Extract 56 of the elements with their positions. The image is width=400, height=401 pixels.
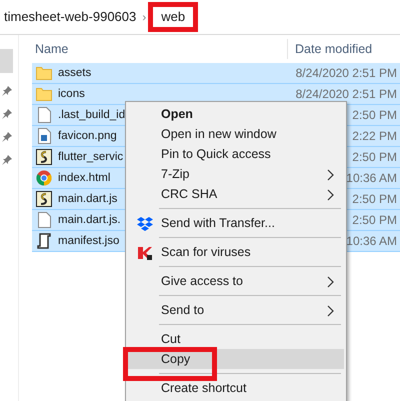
address-bar[interactable]: timesheet-web-990603 › web [0, 0, 400, 35]
script-file-icon [36, 191, 52, 207]
document-icon [38, 212, 50, 228]
column-header[interactable]: Name [32, 42, 287, 56]
folder-icon [36, 87, 52, 101]
menu-item[interactable]: Copy [126, 349, 344, 369]
menu-item[interactable]: Give access to [126, 271, 346, 291]
date-modified: 2:50 PM [352, 192, 398, 206]
file-name: main.dart.js. [57, 214, 121, 226]
menu-item[interactable]: Cut [126, 329, 346, 349]
boxes-icon [137, 217, 153, 231]
pin-icon [2, 109, 12, 119]
file-name: assets [57, 67, 92, 79]
file-name: flutter_servic [57, 151, 124, 163]
chevron-right-icon [327, 276, 334, 288]
breadcrumb-separator: › [142, 10, 146, 24]
date-modified: 8/24/2020 2:51 PM [296, 87, 398, 101]
document-icon [38, 107, 50, 123]
menu-item[interactable]: Create shortcut [126, 378, 346, 398]
file-name: .last_build_id [57, 109, 126, 121]
date-modified: 10:36 AM [346, 234, 398, 248]
menu-item[interactable]: Open [126, 104, 346, 124]
date-modified: 2:50 PM [352, 150, 398, 164]
chevron-right-icon [327, 189, 334, 201]
menu-item[interactable]: CRC SHA [126, 184, 346, 204]
chevron-right-icon [327, 169, 334, 181]
file-name: index.html [57, 172, 110, 184]
browser-icon [36, 170, 52, 186]
scroll-icon [36, 233, 52, 249]
script-file-icon [36, 149, 52, 165]
image-file-icon [38, 128, 50, 144]
menu-item[interactable]: 7-Zip [126, 164, 346, 184]
date-modified: 8/24/2020 2:51 PM [296, 66, 398, 80]
pin-icon [2, 132, 12, 142]
nav-item-highlight[interactable] [0, 49, 13, 73]
date-modified: 2:50 PM [352, 213, 398, 227]
folder-icon [36, 66, 52, 80]
file-name: main.dart.js [57, 193, 118, 205]
pin-icon [2, 86, 12, 96]
menu-item[interactable]: Send to [126, 300, 346, 320]
file-name: favicon.png [57, 130, 117, 142]
file-name: manifest.jso [57, 235, 120, 247]
pin-icon [2, 155, 12, 165]
date-modified: 2:50 PM [352, 108, 398, 122]
menu-item[interactable]: Open in new window [126, 124, 346, 144]
file-name: icons [57, 88, 85, 100]
breadcrumb[interactable]: timesheet-web-990603 [0, 7, 142, 27]
chevron-right-icon [327, 305, 334, 317]
column-header[interactable]: Date modified [287, 39, 372, 59]
file-row[interactable]: assets 8/24/2020 2:51 PM [32, 63, 400, 84]
breadcrumb[interactable]: web [148, 2, 198, 32]
menu-item[interactable]: Pin to Quick access [126, 144, 346, 164]
date-modified: 10:36 AM [346, 171, 398, 185]
menu-item[interactable]: Scan for viruses [126, 242, 346, 262]
date-modified: 2:22 PM [352, 129, 398, 143]
menu-item[interactable]: Send with Transfer... [126, 213, 346, 233]
